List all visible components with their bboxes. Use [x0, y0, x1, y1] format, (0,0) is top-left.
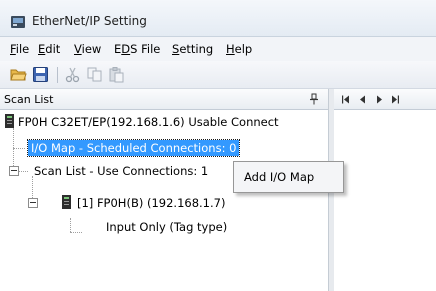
tree-node-io-map[interactable]: I/O Map - Scheduled Connections: 0: [26, 139, 241, 157]
copy-icon[interactable]: [86, 66, 103, 83]
context-menu: Add I/O Map: [233, 161, 344, 193]
last-record-icon[interactable]: [390, 95, 400, 104]
right-pane: [334, 89, 436, 291]
cut-icon[interactable]: [64, 66, 81, 83]
tree-line: [18, 171, 28, 172]
tree-line: [13, 128, 14, 170]
paste-icon[interactable]: [108, 66, 125, 83]
open-folder-icon[interactable]: [10, 66, 27, 83]
tree-node-scan-list[interactable]: Scan List - Use Connections: 1: [34, 164, 208, 178]
previous-record-icon[interactable]: [358, 95, 368, 104]
app-icon: [11, 16, 25, 28]
plc-device-icon: [62, 195, 71, 209]
menu-item-add-io-map[interactable]: Add I/O Map: [244, 170, 314, 184]
menu-bar: File Edit View EDS File Setting Help: [0, 37, 436, 61]
menu-view[interactable]: View: [74, 42, 101, 56]
scan-list-panel-header: Scan List: [0, 89, 328, 110]
workspace: Scan List FP0H C32ET/EP(192.168.1.6) Usa…: [0, 89, 436, 291]
collapse-toggle-device[interactable]: [28, 198, 38, 208]
menu-edit[interactable]: Edit: [38, 42, 60, 56]
menu-help[interactable]: Help: [226, 42, 252, 56]
record-navigator: [334, 89, 436, 110]
first-record-icon[interactable]: [341, 95, 351, 104]
save-icon[interactable]: [32, 66, 49, 83]
tree-line: [13, 148, 25, 149]
window-title: EtherNet/IP Setting: [32, 14, 147, 28]
plc-device-icon: [5, 114, 14, 128]
scan-list-title: Scan List: [4, 93, 54, 106]
tree-node-device[interactable]: [1] FP0H(B) (192.168.1.7): [77, 196, 225, 210]
pin-icon[interactable]: [309, 93, 319, 105]
tree-line: [70, 232, 82, 233]
scan-list-tree: FP0H C32ET/EP(192.168.1.6) Usable Connec…: [0, 110, 328, 291]
toolbar-separator: [57, 67, 58, 83]
next-record-icon[interactable]: [374, 95, 384, 104]
tree-line: [70, 218, 71, 232]
tree-node-root[interactable]: FP0H C32ET/EP(192.168.1.6) Usable Connec…: [18, 115, 279, 129]
menu-setting[interactable]: Setting: [172, 42, 213, 56]
toolbar: [0, 61, 436, 89]
menu-eds-file[interactable]: EDS File: [114, 42, 160, 56]
menu-file[interactable]: File: [10, 42, 29, 56]
title-bar: EtherNet/IP Setting: [0, 0, 436, 37]
tree-line: [32, 176, 33, 200]
collapse-toggle-scan-list[interactable]: [9, 166, 19, 176]
tree-node-input-only[interactable]: Input Only (Tag type): [106, 220, 227, 234]
